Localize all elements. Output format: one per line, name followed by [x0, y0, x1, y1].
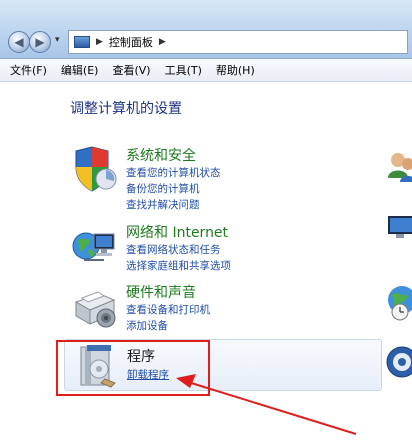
annotation-arrow — [176, 374, 357, 435]
